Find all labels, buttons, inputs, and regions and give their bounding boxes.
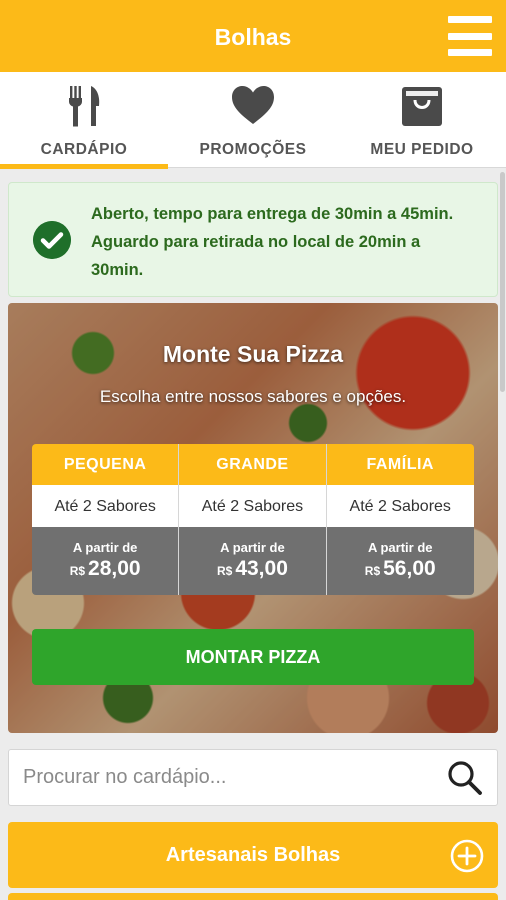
pizza-size-options: PEQUENA Até 2 Sabores A partir de R$ 28,0… xyxy=(32,444,474,595)
size-price-box: A partir de R$ 56,00 xyxy=(326,527,474,595)
store-status-banner: Aberto, tempo para entrega de 30min a 45… xyxy=(8,182,498,297)
pizza-builder-title: Monte Sua Pizza xyxy=(162,341,344,367)
check-circle-icon xyxy=(33,221,71,259)
active-tab-indicator xyxy=(0,164,168,169)
heart-icon xyxy=(232,86,274,124)
category-artesanais-bolhas[interactable]: Artesanais Bolhas xyxy=(8,822,498,888)
tab-cardapio[interactable]: CARDÁPIO xyxy=(0,72,168,169)
price-value: R$ 56,00 xyxy=(327,557,474,581)
scrollbar[interactable] xyxy=(500,172,505,392)
store-status-text: Aberto, tempo para entrega de 30min a 45… xyxy=(91,205,454,279)
tab-label: MEU PEDIDO xyxy=(370,141,474,158)
currency: R$ xyxy=(364,564,381,578)
price-value: R$ 28,00 xyxy=(32,557,178,581)
size-option-grande[interactable]: GRANDE Até 2 Sabores A partir de R$ 43,00 xyxy=(179,444,327,595)
tab-label: CARDÁPIO xyxy=(40,141,128,158)
shopping-bag-icon xyxy=(402,87,442,126)
size-price-box: A partir de R$ 28,00 xyxy=(32,527,179,595)
price-label: A partir de xyxy=(367,540,433,555)
price-amount: 56,00 xyxy=(383,557,436,580)
tab-label: PROMOÇÕES xyxy=(199,141,307,158)
size-name: GRANDE xyxy=(179,444,326,485)
size-flavors: Até 2 Sabores xyxy=(179,485,326,527)
currency: R$ xyxy=(69,564,86,578)
size-flavors: Até 2 Sabores xyxy=(32,485,179,527)
pizza-builder-subtitle: Escolha entre nossos sabores e opções. xyxy=(99,387,407,406)
app-title: Bolhas xyxy=(214,24,292,50)
hamburger-icon[interactable] xyxy=(448,16,492,56)
size-flavors: Até 2 Sabores xyxy=(326,485,474,527)
size-name: PEQUENA xyxy=(32,444,179,485)
app-header: Bolhas xyxy=(0,0,506,72)
price-label: A partir de xyxy=(220,540,285,555)
tab-bar: CARDÁPIO PROMOÇÕES MEU PEDIDO xyxy=(0,72,506,169)
menu-search-bar xyxy=(8,749,498,806)
size-name: FAMÍLIA xyxy=(326,444,474,485)
plus-circle-icon[interactable] xyxy=(450,839,484,873)
currency: R$ xyxy=(216,564,233,578)
category-title: Artesanais Bolhas xyxy=(165,844,341,866)
size-option-familia[interactable]: FAMÍLIA Até 2 Sabores A partir de R$ 56,0… xyxy=(326,444,474,595)
price-label: A partir de xyxy=(72,540,138,555)
search-icon[interactable] xyxy=(447,760,483,796)
size-option-pequena[interactable]: PEQUENA Até 2 Sabores A partir de R$ 28,0… xyxy=(32,444,180,595)
tab-promocoes[interactable]: PROMOÇÕES xyxy=(169,72,337,168)
search-input[interactable] xyxy=(23,750,423,805)
fork-knife-icon xyxy=(69,86,100,127)
price-amount: 28,00 xyxy=(88,557,141,580)
montar-pizza-button[interactable]: MONTAR PIZZA xyxy=(32,629,474,685)
pizza-builder-card: Monte Sua Pizza Escolha entre nossos sab… xyxy=(8,303,498,733)
price-value: R$ 43,00 xyxy=(179,557,325,581)
price-amount: 43,00 xyxy=(235,557,288,580)
category-next-partial[interactable] xyxy=(8,893,498,900)
size-price-box: A partir de R$ 43,00 xyxy=(179,527,326,595)
tab-meu-pedido[interactable]: MEU PEDIDO xyxy=(338,72,506,168)
